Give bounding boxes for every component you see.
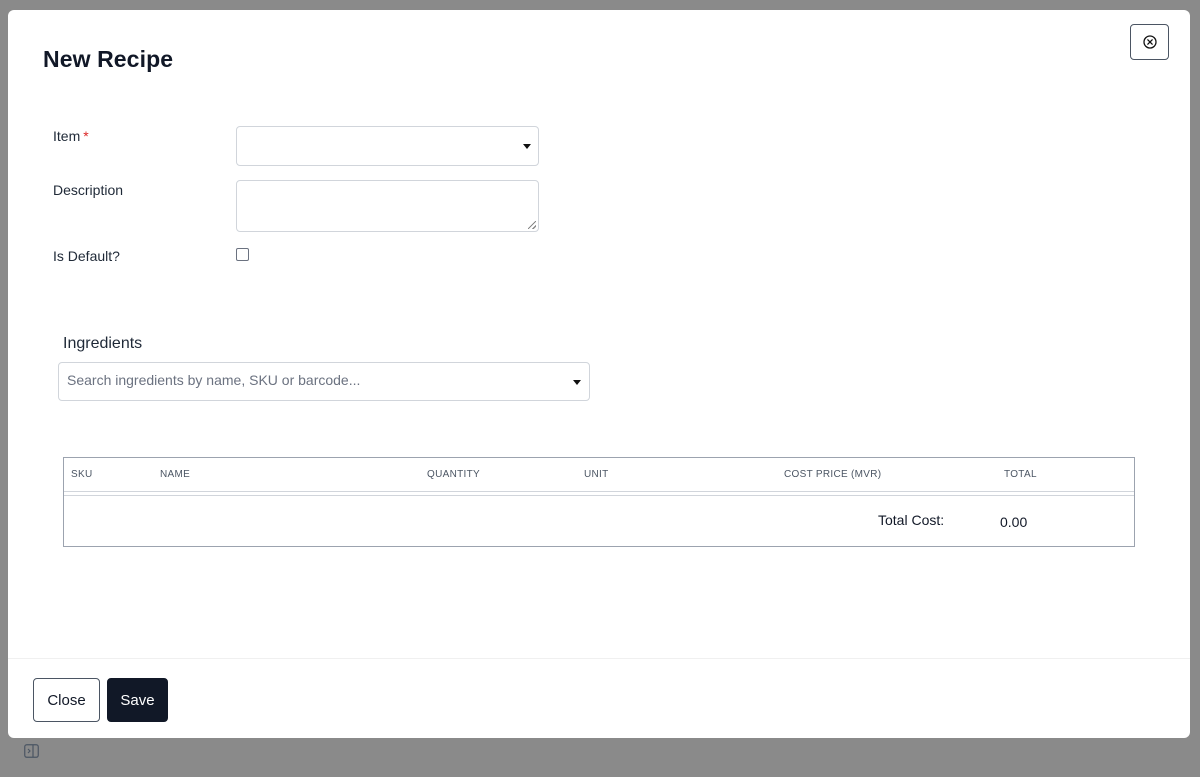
description-textarea[interactable] xyxy=(236,180,539,232)
resize-handle-icon[interactable] xyxy=(528,221,536,229)
item-label-text: Item xyxy=(53,128,81,144)
total-cost-value: 0.00 xyxy=(1000,514,1028,530)
chevron-down-icon xyxy=(573,380,581,385)
column-header-unit: UNIT xyxy=(584,469,609,480)
modal-title: New Recipe xyxy=(43,46,174,72)
close-button[interactable]: Close xyxy=(33,678,100,722)
ingredients-table: SKU NAME QUANTITY UNIT COST PRICE (MVR) … xyxy=(63,457,1135,547)
column-header-name: NAME xyxy=(160,469,191,480)
column-header-cost-price: COST PRICE (MVR) xyxy=(784,469,882,480)
column-header-quantity: QUANTITY xyxy=(427,469,480,480)
ingredients-search-placeholder: Search ingredients by name, SKU or barco… xyxy=(67,372,361,388)
is-default-checkbox[interactable] xyxy=(236,248,249,261)
item-label: Item * xyxy=(53,128,89,144)
modal-close-button[interactable] xyxy=(1130,24,1169,60)
circle-x-icon xyxy=(1142,35,1157,49)
table-divider xyxy=(64,495,1134,496)
ingredients-search-select[interactable]: Search ingredients by name, SKU or barco… xyxy=(58,362,590,401)
sidebar-toggle-icon[interactable] xyxy=(24,744,39,758)
required-marker: * xyxy=(83,128,89,144)
save-button[interactable]: Save xyxy=(107,678,168,722)
total-cost-label: Total Cost: xyxy=(878,512,945,528)
table-header: SKU NAME QUANTITY UNIT COST PRICE (MVR) … xyxy=(64,458,1134,492)
column-header-sku: SKU xyxy=(71,469,93,480)
is-default-label: Is Default? xyxy=(53,248,120,264)
chevron-down-icon xyxy=(523,144,531,149)
modal-footer: Close Save xyxy=(8,658,1190,738)
new-recipe-modal: New Recipe Item * Description Is Default?… xyxy=(8,10,1190,738)
ingredients-label: Ingredients xyxy=(63,335,143,352)
item-select[interactable] xyxy=(236,126,539,166)
column-header-total: TOTAL xyxy=(1004,469,1037,480)
description-label: Description xyxy=(53,182,124,198)
